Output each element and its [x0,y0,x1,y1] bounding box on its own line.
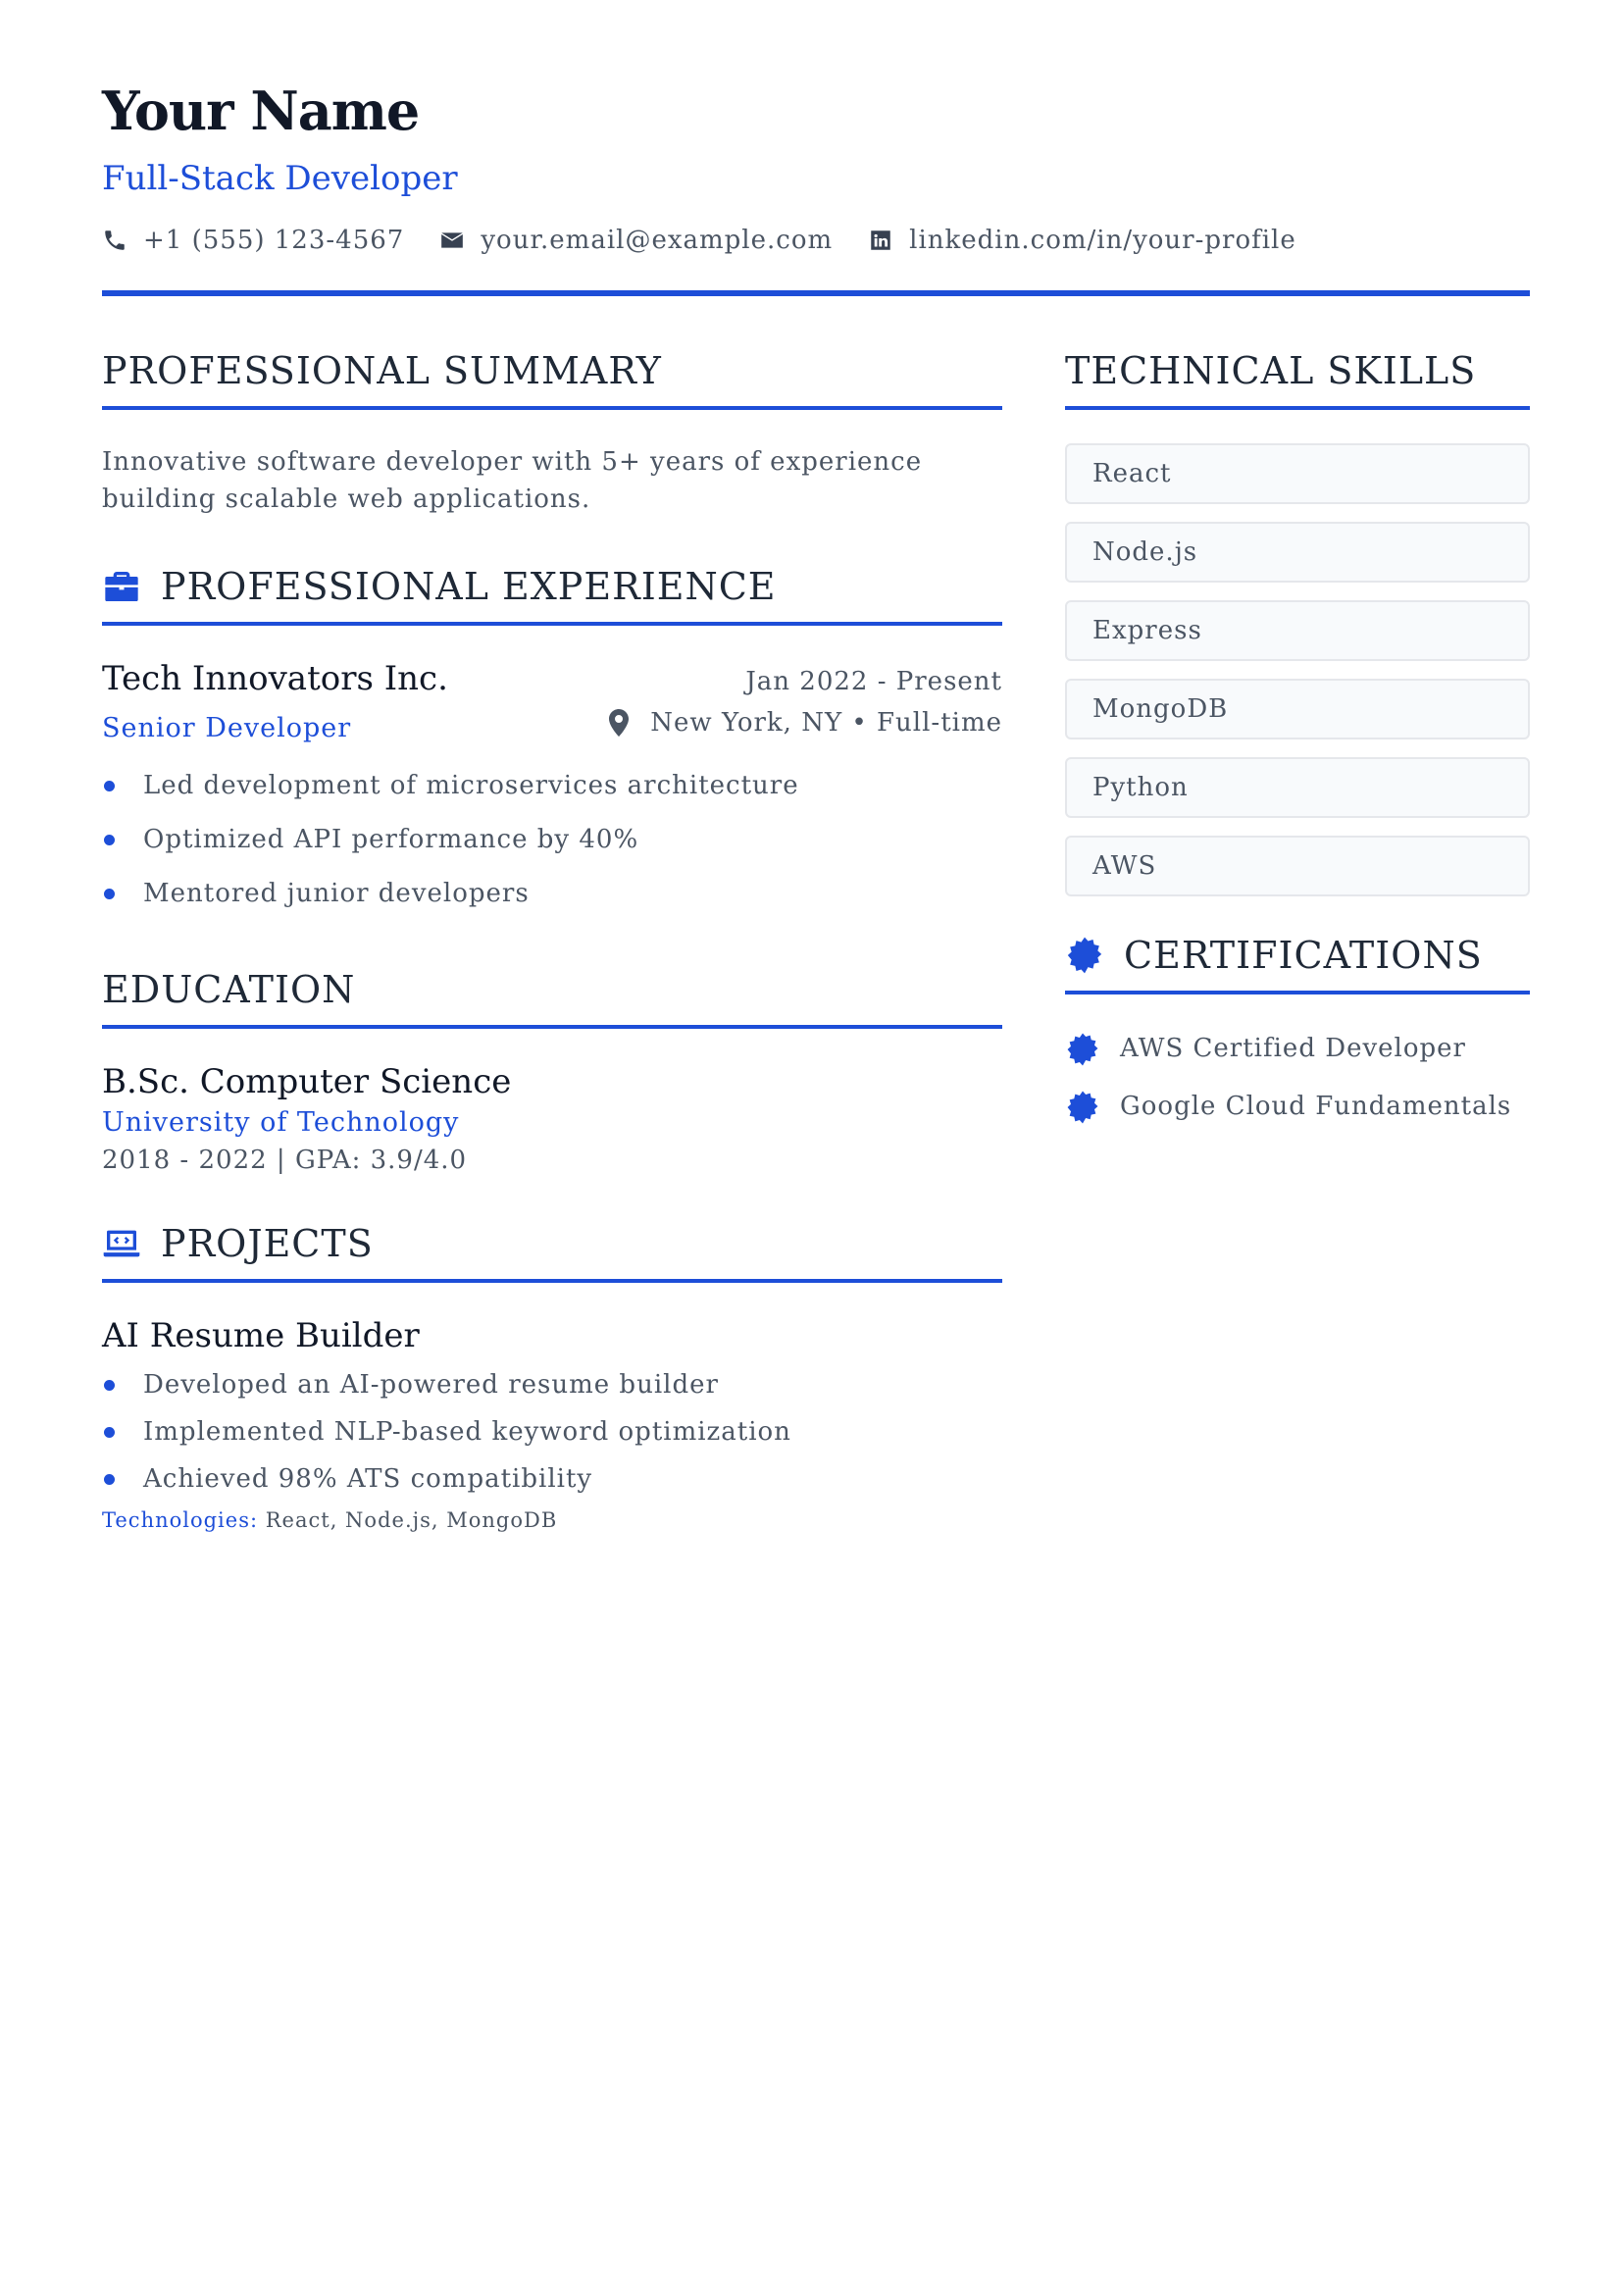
contact-linkedin: linkedin.com/in/your-profile [868,226,1296,255]
certifications-section: CERTIFICATIONS AWS Certified Developer G… [1065,932,1530,1136]
job-company: Tech Innovators Inc. [102,659,448,698]
education-heading-text: EDUCATION [102,968,356,1011]
list-item: Mentored junior developers [102,867,1002,921]
skill-tag: Node.js [1065,522,1530,583]
certification-name: Google Cloud Fundamentals [1120,1092,1512,1121]
technologies-list: React, Node.js, MongoDB [265,1508,558,1532]
projects-heading-text: PROJECTS [161,1222,374,1265]
job-dates: Jan 2022 - Present [745,667,1002,696]
skill-tag: Python [1065,757,1530,818]
summary-heading-text: PROFESSIONAL SUMMARY [102,349,662,392]
job-location: New York, NY • Full-time [607,708,1002,738]
job-role: Senior Developer [102,713,352,743]
education-school: University of Technology [102,1107,460,1138]
contact-phone: +1 (555) 123-4567 [102,226,404,255]
job-sub-row: Senior Developer New York, NY • Full-tim… [102,708,1002,743]
experience-heading-text: PROFESSIONAL EXPERIENCE [161,565,777,608]
list-item: Google Cloud Fundamentals [1065,1078,1530,1136]
certifications-heading-text: CERTIFICATIONS [1124,934,1483,977]
list-item: AWS Certified Developer [1065,1020,1530,1078]
map-pin-icon [609,709,630,737]
certificate-badge-icon [1067,1033,1098,1065]
envelope-icon [441,232,464,248]
left-column: PROFESSIONAL SUMMARY Innovative software… [102,347,1002,1532]
job-top-row: Tech Innovators Inc. Jan 2022 - Present [102,659,1002,698]
header-divider [102,290,1530,296]
education-degree: B.Sc. Computer Science [102,1062,512,1101]
contact-email: your.email@example.com [439,226,833,255]
skills-list: React Node.js Express MongoDB Python AWS [1065,443,1530,896]
laptop-code-icon [103,1230,140,1257]
education-heading: EDUCATION [102,966,1002,1029]
skills-section: TECHNICAL SKILLS React Node.js Express M… [1065,347,1530,896]
education-section: EDUCATION B.Sc. Computer Science Univers… [102,966,1002,1175]
linkedin-url: linkedin.com/in/your-profile [909,226,1296,255]
summary-text: Innovative software developer with 5+ ye… [102,447,923,514]
list-item: Achieved 98% ATS compatibility [102,1455,1002,1503]
summary-section: PROFESSIONAL SUMMARY Innovative software… [102,347,1002,518]
projects-heading: PROJECTS [102,1220,1002,1283]
email-address: your.email@example.com [481,226,834,255]
resume-page: Your Name Full-Stack Developer +1 (555) … [102,76,1530,1532]
linkedin-icon [871,230,890,250]
project-title: AI Resume Builder [102,1316,420,1355]
resume-header: Your Name Full-Stack Developer +1 (555) … [102,76,1530,296]
skill-tag: React [1065,443,1530,504]
list-item: Led development of microservices archite… [102,759,1002,813]
summary-heading: PROFESSIONAL SUMMARY [102,347,1002,410]
skill-tag: Express [1065,600,1530,661]
list-item: Implemented NLP-based keyword optimizati… [102,1408,1002,1455]
job-entry: Tech Innovators Inc. Jan 2022 - Present … [102,659,1002,921]
right-column: TECHNICAL SKILLS React Node.js Express M… [1065,347,1530,1532]
phone-icon [105,230,125,250]
resume-body: PROFESSIONAL SUMMARY Innovative software… [102,347,1530,1532]
list-item: Developed an AI-powered resume builder [102,1361,1002,1408]
phone-number: +1 (555) 123-4567 [143,226,405,255]
technologies-label: Technologies: [102,1508,259,1532]
education-meta: 2018 - 2022 | GPA: 3.9/4.0 [102,1146,468,1175]
experience-heading: PROFESSIONAL EXPERIENCE [102,563,1002,626]
skills-heading: TECHNICAL SKILLS [1065,347,1530,410]
contact-bar: +1 (555) 123-4567 your.email@example.com… [102,226,1530,255]
certificate-badge-icon [1067,1091,1098,1123]
skill-tag: MongoDB [1065,679,1530,739]
certification-name: AWS Certified Developer [1120,1034,1466,1063]
certifications-heading: CERTIFICATIONS [1065,932,1530,994]
briefcase-icon [105,572,138,601]
experience-section: PROFESSIONAL EXPERIENCE Tech Innovators … [102,563,1002,921]
list-item: Optimized API performance by 40% [102,813,1002,867]
candidate-name: Your Name [102,79,420,142]
job-location-text: New York, NY • Full-time [650,708,1002,738]
skill-tag: AWS [1065,836,1530,896]
project-bullets: Developed an AI-powered resume builder I… [102,1361,1002,1503]
candidate-title: Full-Stack Developer [102,159,458,198]
skills-heading-text: TECHNICAL SKILLS [1065,349,1477,392]
project-technologies: Technologies: React, Node.js, MongoDB [102,1508,1002,1532]
job-bullets: Led development of microservices archite… [102,759,1002,921]
certifications-list: AWS Certified Developer Google Cloud Fun… [1065,1020,1530,1136]
certificate-badge-icon [1067,937,1102,974]
projects-section: PROJECTS AI Resume Builder Developed an … [102,1220,1002,1532]
